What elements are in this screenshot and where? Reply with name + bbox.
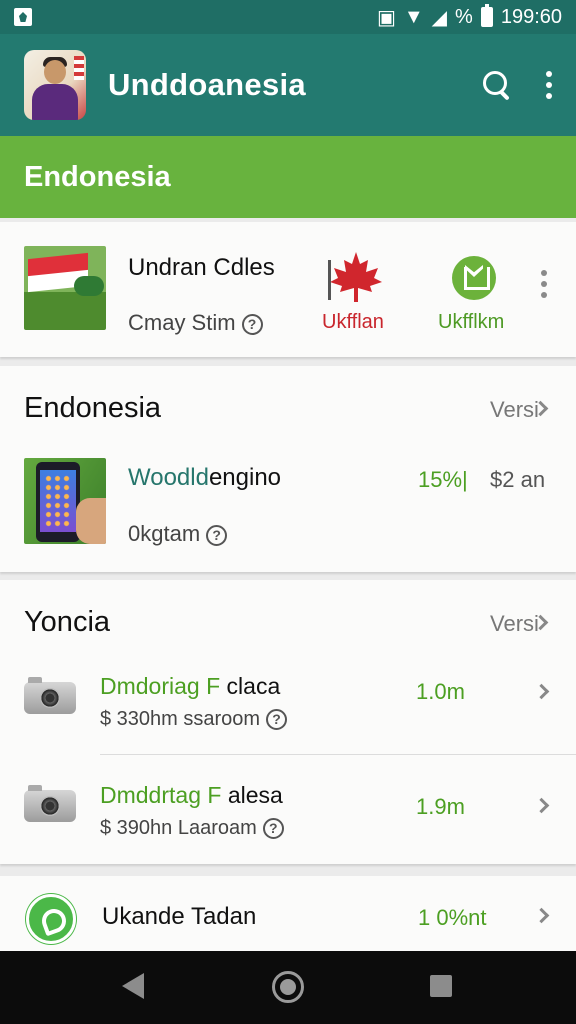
list-item-value: 1.9m: [416, 794, 465, 819]
section1-item-price: $2 an: [490, 467, 546, 492]
section2-title: Yoncia: [24, 606, 111, 638]
download-badge-icon[interactable]: [452, 256, 496, 300]
phone-thumbnail[interactable]: [24, 458, 106, 544]
section1-item-name[interactable]: Woodldengino: [128, 464, 281, 492]
signal-icon: ◢: [431, 6, 448, 29]
vibrate-icon: ▣: [376, 6, 396, 29]
section1-item-subtitle: 0kgtam?: [128, 521, 228, 547]
list-item-subtitle: $ 390hn Laaroam?: [100, 817, 284, 840]
clock: 199:60: [500, 5, 562, 28]
banner-title: Endonesia: [24, 160, 171, 193]
battery-icon: [480, 4, 493, 27]
flag-thumbnail: [24, 246, 106, 330]
camera-icon: [24, 677, 76, 714]
whatsapp-icon: [26, 894, 76, 944]
notification-icon: [14, 8, 32, 26]
bottom-item-name[interactable]: Ukande Tadan: [102, 903, 256, 931]
list-item-name[interactable]: Dmdoriag F claca: [100, 673, 280, 700]
section1-title: Endonesia: [24, 392, 162, 424]
camera-icon: [24, 785, 76, 822]
category-banner[interactable]: Endonesia: [0, 136, 576, 218]
system-nav-bar: [0, 951, 576, 1024]
recent-apps-icon[interactable]: [430, 975, 452, 997]
help-icon[interactable]: ?: [241, 313, 263, 335]
list-item-subtitle: $ 330hm ssaroom?: [100, 708, 288, 731]
featured-title: Undran Cdles: [128, 254, 275, 281]
battery-percent: %: [455, 5, 473, 28]
list-item-name[interactable]: Dmddrtag F alesa: [100, 782, 283, 809]
more-icon[interactable]: [546, 71, 552, 99]
action1-label[interactable]: Ukfflan: [322, 311, 384, 334]
help-icon[interactable]: ?: [266, 709, 288, 731]
card-more-icon[interactable]: [541, 270, 547, 298]
section1-item-percent: 15%|: [418, 467, 468, 492]
search-icon[interactable]: [482, 70, 512, 100]
help-icon[interactable]: ?: [206, 524, 228, 546]
help-icon[interactable]: ?: [262, 818, 284, 840]
section2-link[interactable]: Versi: [490, 611, 539, 637]
status-bar: ▣ ▼ ◢ % 199:60: [0, 0, 576, 34]
back-icon[interactable]: [122, 973, 144, 999]
status-icons: ▣ ▼ ◢ % 199:60: [376, 4, 562, 30]
maple-leaf-icon[interactable]: [326, 250, 386, 304]
action2-label[interactable]: Ukfflkm: [438, 311, 504, 334]
section1-link[interactable]: Versi: [490, 397, 539, 423]
app-title: Unddoanesia: [108, 67, 306, 102]
wifi-icon: ▼: [403, 5, 424, 28]
app-bar: Unddoanesia: [0, 34, 576, 136]
avatar[interactable]: [24, 50, 86, 120]
featured-subtitle: Cmay Stim?: [128, 310, 263, 336]
home-icon[interactable]: [272, 971, 304, 1003]
list-item-value: 1.0m: [416, 679, 465, 704]
bottom-list-item[interactable]: [0, 876, 576, 951]
bottom-item-value: 1 0%nt: [418, 905, 487, 930]
divider: [100, 754, 576, 755]
